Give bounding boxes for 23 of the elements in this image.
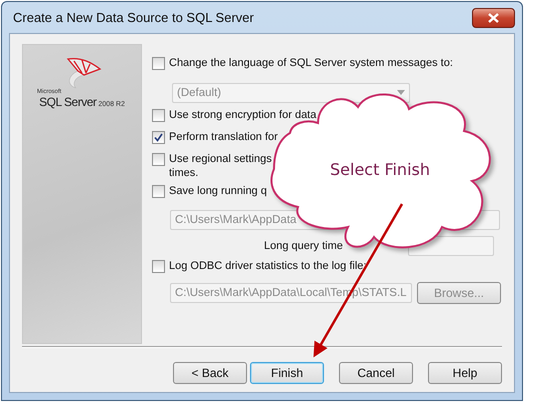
close-icon [488, 12, 499, 22]
dialog-button[interactable]: < Back [173, 362, 247, 384]
checkbox[interactable] [152, 184, 165, 198]
close-button[interactable] [472, 8, 515, 28]
option-label: Use regional settings times. [169, 152, 272, 180]
logo-product: SQL Server [39, 95, 96, 109]
dialog-button[interactable]: Cancel [339, 362, 413, 384]
checkbox[interactable] [152, 152, 165, 166]
dialog-button[interactable]: Finish [250, 362, 324, 384]
option-label: Log ODBC driver statistics to the log file: [169, 258, 366, 273]
checkbox[interactable] [152, 56, 165, 70]
checkbox[interactable] [152, 260, 165, 273]
caret-icon [397, 90, 405, 96]
callout-text: Select Finish [330, 160, 430, 179]
window-title: Create a New Data Source to SQL Server [12, 10, 254, 25]
option-label: Perform translation for [169, 130, 278, 144]
dialog-button[interactable]: Help [428, 362, 502, 384]
option-label: Save long running q [169, 184, 267, 198]
checkbox[interactable] [152, 130, 165, 144]
field-label: Long query time [264, 240, 343, 252]
option-label: Use strong encryption for data [169, 108, 316, 122]
checkbox[interactable] [152, 108, 165, 122]
option-label: Change the language of SQL Server system messages to: [169, 56, 453, 70]
